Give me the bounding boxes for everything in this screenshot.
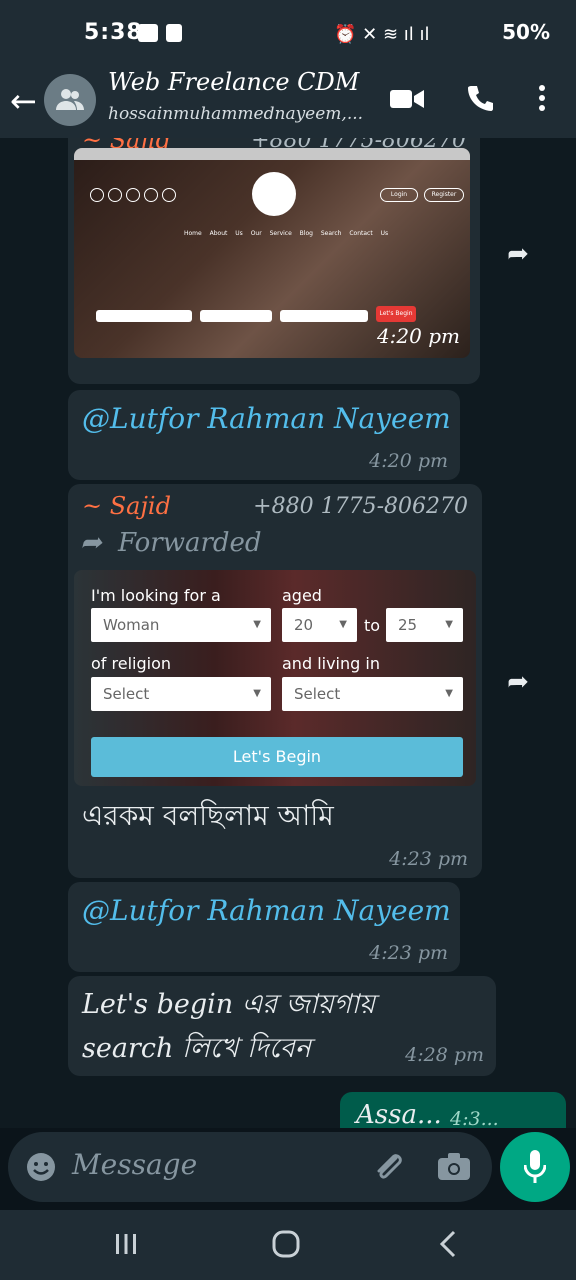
image-timestamp: 4:20 pm	[376, 324, 460, 348]
social-icon	[144, 188, 158, 202]
message-input[interactable]: Message	[72, 1148, 197, 1181]
mention-message[interactable]: @Lutfor Rahman Nayeem 4:20 pm	[68, 390, 460, 480]
chat-title[interactable]: Web Freelance CDM	[108, 68, 359, 96]
chevron-down-icon: ▼	[253, 688, 261, 699]
site-login: Login	[380, 188, 418, 202]
forwarded-message[interactable]: ~ Sajid +880 1775-806270 ➦ Forwarded I'm…	[68, 484, 482, 878]
message-text-line2[interactable]: search লিখে দিবেন	[82, 1028, 311, 1073]
social-icon	[90, 188, 104, 202]
home-icon[interactable]	[272, 1230, 300, 1258]
camera-icon[interactable]	[438, 1152, 470, 1180]
forwarded-icon: ➦	[80, 528, 102, 558]
notification-icon	[166, 24, 182, 42]
status-icons: ⏰ ✕ ≋ ıl ıl	[334, 24, 430, 45]
status-time: 5:38	[84, 20, 143, 45]
chevron-down-icon: ▼	[445, 688, 453, 699]
message-input-bar[interactable]: Message	[8, 1132, 492, 1202]
microphone-icon	[524, 1150, 546, 1183]
chat-area[interactable]: ~ Sajid +880 1775-806270 Login Register …	[0, 138, 576, 1128]
age-from-value: 20	[294, 616, 314, 634]
lets-begin-button: Let's Begin	[91, 737, 463, 777]
mention-text[interactable]: @Lutfor Rahman Nayeem	[82, 894, 451, 927]
status-bar: 5:38 ⏰ ✕ ≋ ıl ıl 50%	[0, 0, 576, 68]
looking-label: I'm looking for a	[91, 586, 221, 605]
message-text[interactable]: এরকম বলছিলাম আমি	[82, 794, 334, 841]
living-label: and living in	[282, 654, 380, 673]
message-time: 4:20 pm	[369, 450, 448, 472]
message-time: 4:3...	[450, 1108, 499, 1128]
chat-subtitle[interactable]: hossainmuhammednayeem,...	[108, 104, 363, 124]
video-call-icon[interactable]	[390, 88, 424, 110]
attach-icon[interactable]	[372, 1150, 404, 1184]
site-select	[200, 310, 272, 322]
to-label: to	[364, 616, 381, 635]
age-from-select: 20 ▼	[282, 608, 357, 642]
recent-apps-icon[interactable]	[114, 1232, 138, 1256]
more-options-icon[interactable]	[538, 84, 546, 112]
image-message[interactable]: ~ Sajid +880 1775-806270 Login Register …	[68, 138, 480, 384]
age-to-select: 25 ▼	[386, 608, 463, 642]
message-text[interactable]: Assa...	[356, 1100, 442, 1128]
message-text-line1[interactable]: Let's begin এর জায়গায়	[82, 984, 375, 1029]
browser-bar	[74, 148, 470, 160]
site-select	[280, 310, 368, 322]
chevron-down-icon: ▼	[445, 619, 453, 630]
site-nav: Home About Us Our Service Blog Search Co…	[184, 230, 389, 237]
emoji-icon[interactable]	[26, 1152, 56, 1182]
aged-label: aged	[282, 586, 322, 605]
religion-label: of religion	[91, 654, 171, 673]
forwarded-label: Forwarded	[118, 528, 262, 558]
group-icon	[56, 89, 84, 110]
social-icon	[162, 188, 176, 202]
gender-value: Woman	[103, 616, 160, 634]
chevron-down-icon: ▼	[253, 619, 261, 630]
site-register: Register	[424, 188, 464, 202]
search-form-image[interactable]: I'm looking for a aged Woman ▼ 20 ▼ to 25 ▼…	[74, 570, 476, 786]
religion-select: Select ▼	[91, 677, 271, 711]
back-arrow-icon[interactable]: ←	[10, 82, 37, 120]
message-time: 4:23 pm	[369, 942, 448, 964]
battery-level: 50%	[502, 20, 550, 44]
living-value: Select	[294, 685, 341, 703]
forward-share-icon[interactable]: ➦	[498, 662, 538, 702]
sender-name[interactable]: ~ Sajid	[82, 492, 171, 520]
site-logo	[252, 172, 296, 216]
mention-text[interactable]: @Lutfor Rahman Nayeem	[82, 402, 451, 435]
message-time: 4:28 pm	[405, 1044, 484, 1066]
voice-message-button[interactable]	[500, 1132, 570, 1202]
site-cta: Let's Begin	[376, 306, 416, 322]
chat-header[interactable]: ← Web Freelance CDM hossainmuhammednayee…	[0, 68, 576, 138]
religion-value: Select	[103, 685, 150, 703]
back-icon[interactable]	[438, 1230, 458, 1258]
text-message[interactable]: Let's begin এর জায়গায় search লিখে দিবে…	[68, 976, 496, 1076]
system-navigation-bar	[0, 1210, 576, 1280]
sender-phone[interactable]: +880 1775-806270	[253, 494, 468, 519]
living-select: Select ▼	[282, 677, 463, 711]
gender-select: Woman ▼	[91, 608, 271, 642]
youtube-icon	[138, 24, 158, 42]
site-select	[96, 310, 192, 322]
voice-call-icon[interactable]	[466, 84, 494, 112]
outgoing-message[interactable]: Assa... 4:3...	[340, 1092, 566, 1128]
mention-message[interactable]: @Lutfor Rahman Nayeem 4:23 pm	[68, 882, 460, 972]
age-to-value: 25	[398, 616, 418, 634]
forward-share-icon[interactable]: ➦	[498, 234, 538, 274]
social-icon	[108, 188, 122, 202]
message-time: 4:23 pm	[389, 848, 468, 870]
group-avatar[interactable]	[44, 74, 96, 126]
chevron-down-icon: ▼	[339, 619, 347, 630]
social-icon	[126, 188, 140, 202]
website-screenshot-image[interactable]: Login Register Home About Us Our Service…	[74, 148, 470, 358]
